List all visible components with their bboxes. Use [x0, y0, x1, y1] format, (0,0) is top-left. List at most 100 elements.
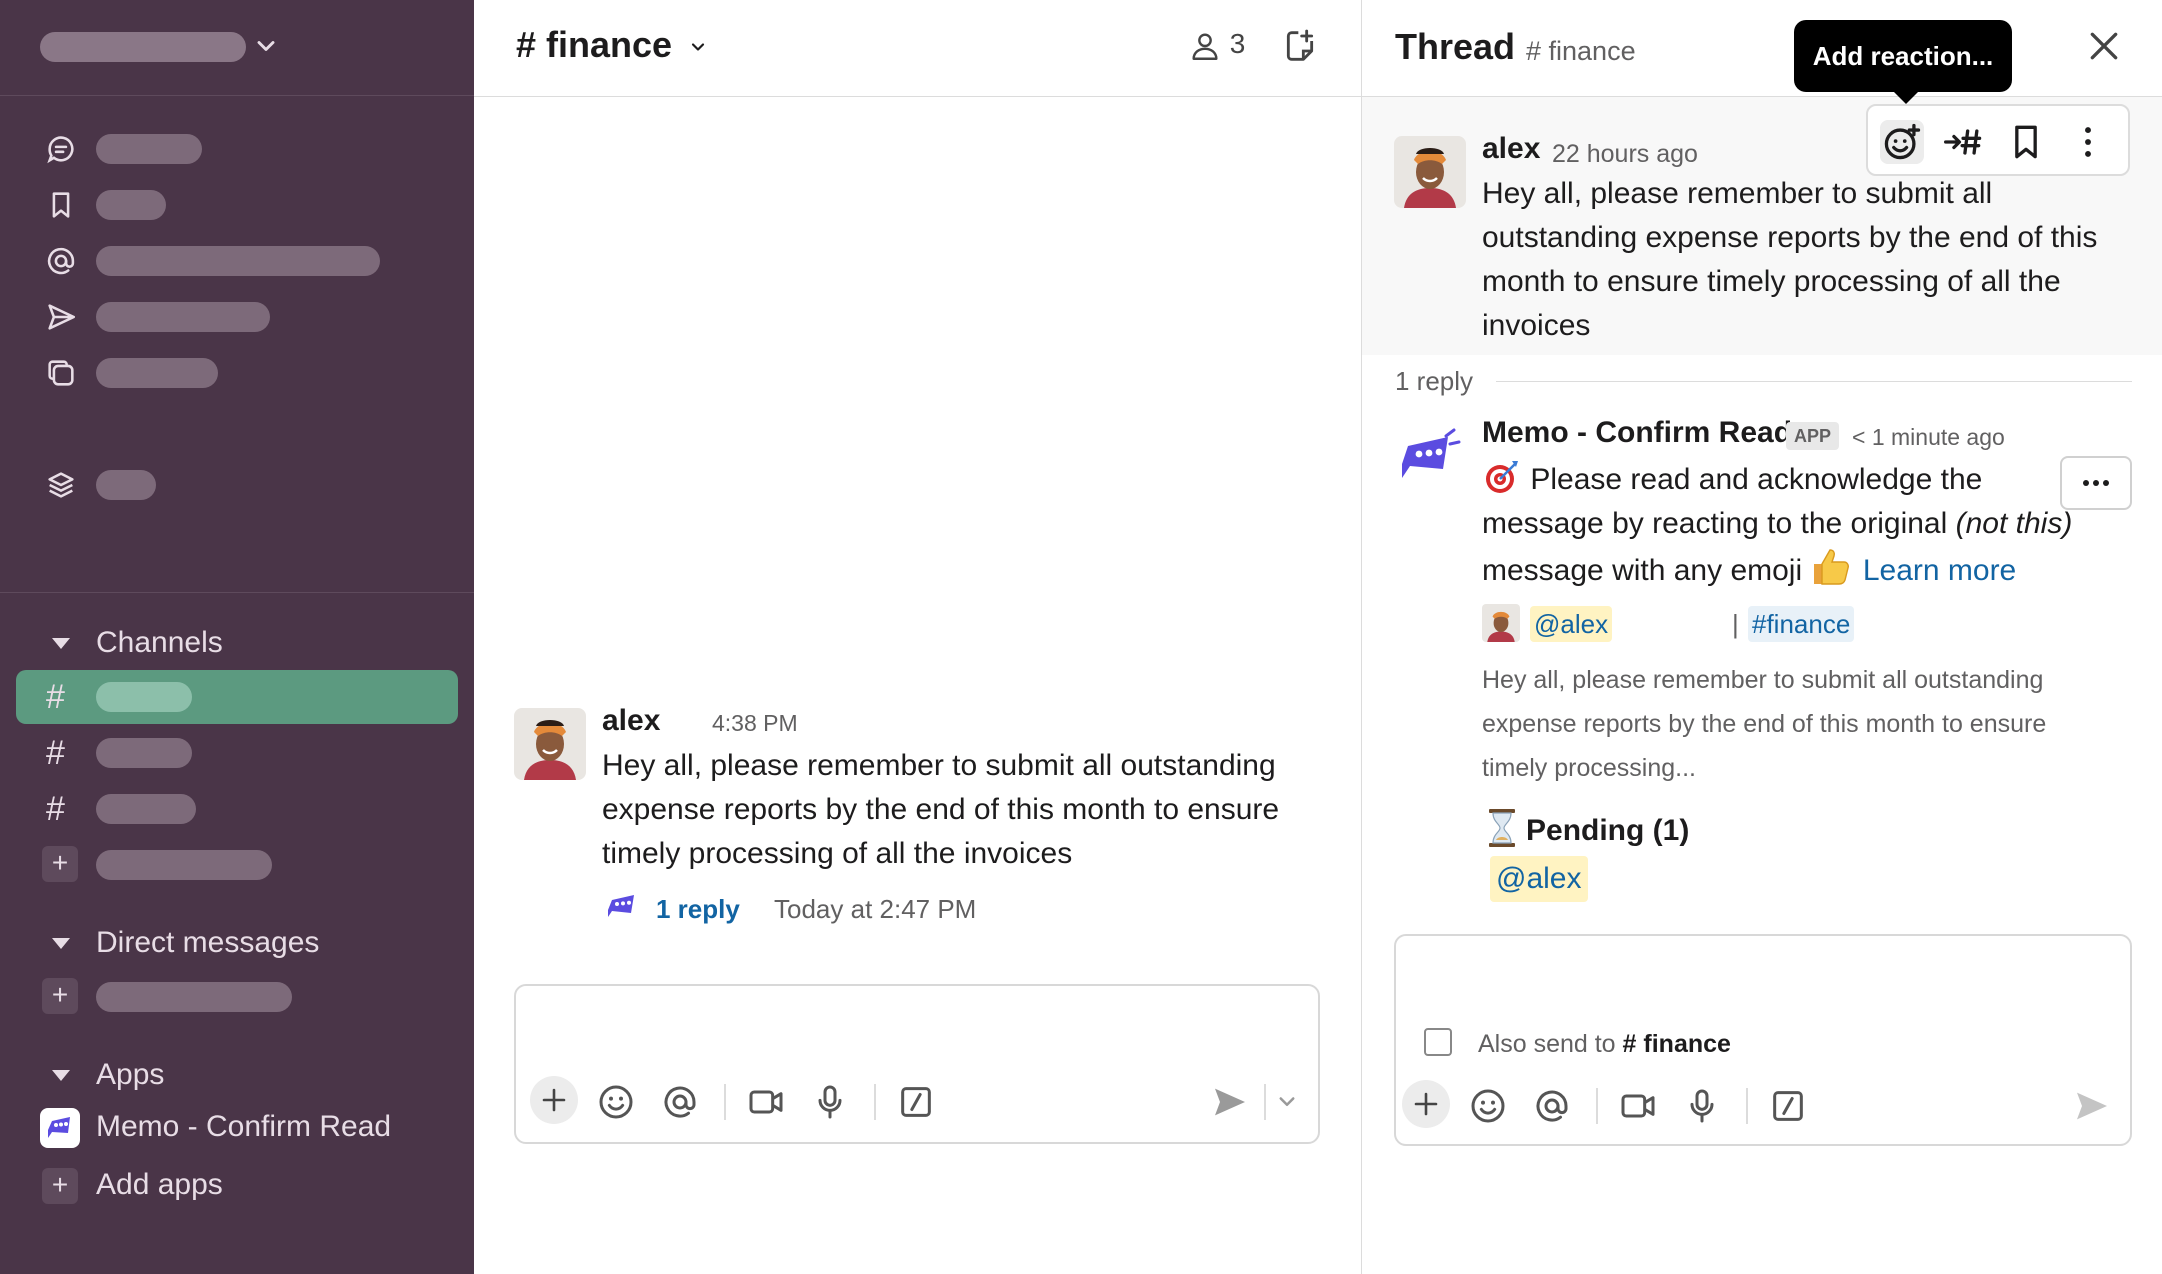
emoji-icon[interactable]: [1468, 1086, 1508, 1126]
section-direct-messages[interactable]: Direct messages: [48, 924, 448, 964]
mention-icon[interactable]: [660, 1082, 700, 1122]
sidebar-channel[interactable]: #: [16, 782, 458, 836]
emoji-icon[interactable]: [596, 1082, 636, 1122]
channel-name-placeholder: [96, 738, 192, 768]
chevron-down-icon[interactable]: [252, 32, 280, 60]
send-icon[interactable]: [1210, 1082, 1250, 1122]
thread-reply-composer[interactable]: Also send to # finance: [1394, 934, 2132, 1146]
quoted-message: Hey all, please remember to submit all o…: [1482, 666, 2047, 782]
threads-icon: [47, 136, 74, 164]
more-actions-button[interactable]: [2066, 120, 2110, 164]
sidebar-channel-active[interactable]: #: [16, 670, 458, 724]
channel-title[interactable]: # finance: [516, 24, 708, 66]
message-author[interactable]: alex: [1482, 132, 1540, 166]
send-icon: [48, 304, 76, 330]
bookmark-icon: [2015, 125, 2037, 159]
nav-label-placeholder: [96, 302, 270, 332]
hash-icon: #: [46, 734, 65, 772]
forward-to-channel-button[interactable]: [1942, 120, 1986, 164]
send-icon[interactable]: [2072, 1086, 2112, 1126]
sidebar-channel[interactable]: #: [16, 726, 458, 780]
message-text: Hey all, please remember to submit all o…: [1482, 177, 2098, 342]
user-mention[interactable]: @alex: [1530, 606, 1613, 642]
workspace-name-placeholder[interactable]: [40, 32, 246, 62]
chevron-down-icon[interactable]: [1272, 1086, 1302, 1116]
pending-user-mention[interactable]: @alex: [1490, 856, 1588, 902]
caret-down-icon: [52, 938, 70, 949]
video-icon[interactable]: [1618, 1086, 1658, 1126]
close-icon[interactable]: [2084, 26, 2124, 66]
add-reaction-icon: [1884, 123, 1921, 160]
user-avatar-image: [1394, 136, 1466, 208]
workspace-header[interactable]: [0, 0, 474, 96]
toolbar-separator: [874, 1084, 876, 1120]
member-count-button[interactable]: 3: [1188, 28, 1245, 63]
channel-name-placeholder: [96, 682, 192, 712]
add-apps-row[interactable]: + Add apps: [40, 1166, 460, 1210]
sidebar-divider: [0, 592, 474, 593]
caret-down-icon: [52, 638, 70, 649]
reply-count-link[interactable]: 1 reply: [656, 894, 740, 925]
slash-command-icon[interactable]: [1768, 1086, 1808, 1126]
user-avatar-image: [514, 708, 586, 780]
nav-more[interactable]: [44, 466, 444, 502]
more-vertical-icon: [2085, 127, 2091, 157]
hash-icon: #: [46, 790, 65, 828]
message-timestamp[interactable]: 22 hours ago: [1552, 140, 1698, 169]
attach-button[interactable]: [530, 1076, 578, 1124]
microphone-icon[interactable]: [810, 1082, 850, 1122]
nav-saved[interactable]: [44, 186, 444, 222]
toolbar-separator: [1596, 1088, 1598, 1124]
message-composer[interactable]: [514, 984, 1320, 1144]
save-message-button[interactable]: [2004, 120, 2048, 164]
chevron-down-icon: [692, 43, 705, 52]
video-icon[interactable]: [746, 1082, 786, 1122]
thread-channel-link[interactable]: # finance: [1526, 36, 1636, 67]
mention-icon[interactable]: [1532, 1086, 1572, 1126]
attach-button[interactable]: [1402, 1080, 1450, 1128]
message-timestamp[interactable]: 4:38 PM: [712, 710, 798, 737]
avatar[interactable]: [1482, 604, 1520, 642]
section-channels[interactable]: Channels: [48, 624, 448, 664]
message-author[interactable]: Memo - Confirm Read: [1482, 416, 1792, 450]
message-timestamp[interactable]: < 1 minute ago: [1852, 424, 2005, 451]
channel-header: # finance 3: [474, 0, 1362, 97]
forward-channel-icon: [1944, 129, 1982, 155]
microphone-icon[interactable]: [1682, 1086, 1722, 1126]
channel-mention[interactable]: #finance: [1748, 606, 1855, 642]
slash-command-icon[interactable]: [896, 1082, 936, 1122]
section-apps[interactable]: Apps: [48, 1056, 448, 1096]
toolbar-separator: [1746, 1088, 1748, 1124]
nav-label-placeholder: [96, 134, 202, 164]
add-channel-row[interactable]: +: [16, 838, 458, 892]
thread-header: Thread # finance: [1362, 0, 2162, 97]
also-send-checkbox[interactable]: [1424, 1028, 1452, 1056]
nav-sent[interactable]: [44, 298, 444, 334]
hourglass-icon: [1489, 809, 1515, 847]
add-reaction-button[interactable]: [1880, 120, 1924, 164]
nav-label-placeholder: [96, 246, 380, 276]
memo-app-avatar[interactable]: [1394, 420, 1466, 492]
mention-row: @alex | #finance: [1482, 604, 2082, 644]
also-send-option[interactable]: Also send to # finance: [1424, 1026, 1824, 1062]
learn-more-link[interactable]: Learn more: [1863, 554, 2016, 587]
sidebar: Channels # # # + Direct messages + Apps …: [0, 0, 474, 1274]
nav-mentions[interactable]: [44, 242, 444, 278]
nav-drafts[interactable]: [44, 354, 444, 390]
add-dm-row[interactable]: +: [16, 970, 458, 1024]
add-channel-placeholder: [96, 850, 272, 880]
memo-app-icon: [602, 886, 642, 926]
avatar[interactable]: [514, 708, 586, 780]
avatar[interactable]: [1394, 136, 1466, 208]
canvas-add-icon[interactable]: [1280, 26, 1320, 66]
add-dm-placeholder: [96, 982, 292, 1012]
last-reply-time: Today at 2:47 PM: [774, 894, 977, 924]
thread-replies-bar[interactable]: 1 reply Today at 2:47 PM: [602, 886, 1202, 926]
sidebar-app-memo[interactable]: Memo - Confirm Read: [40, 1108, 460, 1152]
nav-threads[interactable]: [44, 130, 444, 166]
mentions-icon: [47, 247, 75, 275]
plus-icon: +: [42, 978, 78, 1014]
layers-icon: [48, 472, 74, 498]
message-author[interactable]: alex: [602, 704, 660, 738]
drafts-icon: [48, 360, 74, 386]
